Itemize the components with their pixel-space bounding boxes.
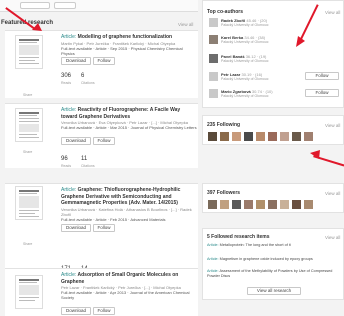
following-panel: 235 Following View all: [202, 115, 344, 145]
coauthor-institution: Palacký University of Olomouc: [221, 59, 269, 63]
avatar: [209, 18, 218, 27]
publication-meta: Full-text available · Article · Apr 2013…: [61, 290, 190, 300]
research-card: Article: Adsorption of Small Organic Mol…: [5, 268, 198, 316]
reads-count: 306: [61, 73, 72, 79]
avatar[interactable]: [292, 132, 301, 141]
top-coauthors-panel: Top co-authors View all Radek Zbořil 45.…: [202, 0, 344, 108]
coauthors-view-all-link[interactable]: View all: [325, 10, 340, 15]
publication-thumbnail[interactable]: [15, 108, 43, 142]
coauthor-item[interactable]: Petr Lazar 30.19 · (16) Palacký Universi…: [203, 71, 343, 82]
publication-meta: Full-text available · Article · Sep 2015…: [61, 46, 183, 56]
download-button[interactable]: Download: [61, 137, 91, 145]
research-item[interactable]: Article: Metalloprotein: The long and th…: [207, 243, 341, 248]
research-item[interactable]: Article: Magnetism in graphene oxide ind…: [207, 257, 341, 262]
follow-button[interactable]: Follow: [305, 72, 339, 80]
coauthor-institution: Palacký University of Olomouc: [221, 77, 269, 81]
follow-button[interactable]: Follow: [93, 224, 115, 232]
avatar: [209, 35, 218, 44]
follow-button[interactable]: Follow: [93, 307, 115, 315]
profile-tab[interactable]: [54, 2, 76, 9]
avatar[interactable]: [280, 132, 289, 141]
publication-thumbnail[interactable]: [15, 275, 43, 309]
followers-title: 397 Followers: [207, 190, 241, 196]
publication-title[interactable]: Article: Adsorption of Small Organic Mol…: [61, 272, 197, 285]
publication-meta: Full-text available · Article · Mar 2015…: [61, 125, 197, 130]
reads-label: Reads: [61, 81, 72, 85]
publication-title[interactable]: Article: Modelling of graphene functiona…: [61, 34, 197, 41]
avatar[interactable]: [304, 132, 313, 141]
publication-title[interactable]: Article: Reactivity of Fluorographene: A…: [61, 107, 197, 120]
following-title: 235 Following: [207, 122, 241, 128]
research-view-all-link[interactable]: View all: [325, 235, 340, 240]
citations-label: Citations: [81, 164, 95, 168]
coauthor-institution: Palacký University of Olomouc: [221, 40, 269, 44]
publication-thumbnail[interactable]: [15, 186, 43, 220]
publication-thumbnail[interactable]: [15, 35, 43, 69]
avatar[interactable]: [220, 200, 229, 209]
follow-button[interactable]: Follow: [305, 89, 339, 97]
avatar: [209, 72, 218, 81]
research-card: Article: Reactivity of Fluorographene: A…: [5, 103, 198, 168]
citations-count: 11: [81, 156, 88, 162]
avatar[interactable]: [292, 200, 301, 209]
followers-panel: 397 Followers View all: [202, 183, 344, 213]
coauthor-institution: Palacký University of Olomouc: [221, 23, 269, 27]
featured-view-all-link[interactable]: View all: [178, 22, 193, 27]
arrow-head: [310, 150, 320, 159]
avatar: [209, 89, 218, 98]
avatar[interactable]: [244, 200, 253, 209]
coauthor-item[interactable]: Radek Zbořil 45.46 · (20) Palacký Univer…: [203, 17, 343, 28]
citations-label: Citations: [81, 81, 95, 85]
profile-tab[interactable]: [20, 2, 50, 9]
download-button[interactable]: Download: [61, 224, 91, 232]
share-link[interactable]: Share: [23, 242, 32, 246]
profile-main-column: Featured research View all Article: Mode…: [0, 0, 198, 316]
coauthor-item[interactable]: Pavel Banáš 36.12 · (19) Palacký Univers…: [203, 53, 343, 64]
coauthor-institution: Palacký University of Olomouc: [221, 94, 269, 98]
avatar[interactable]: [280, 200, 289, 209]
reads-count: 96: [61, 156, 68, 162]
followed-research-title: 5 Followed research items: [207, 234, 270, 240]
top-coauthors-title: Top co-authors: [207, 9, 244, 15]
avatar[interactable]: [268, 132, 277, 141]
avatar[interactable]: [220, 132, 229, 141]
avatar[interactable]: [268, 200, 277, 209]
avatar: [209, 54, 218, 63]
avatar[interactable]: [244, 132, 253, 141]
share-link[interactable]: Share: [23, 150, 32, 154]
share-link[interactable]: Share: [23, 93, 32, 97]
coauthor-item[interactable]: Mario Zgarbová 30.74 · (10) Palacký Univ…: [203, 88, 343, 99]
download-button[interactable]: Download: [61, 57, 91, 65]
view-all-research-button[interactable]: View all research: [247, 287, 301, 295]
publication-title[interactable]: Article: Graphene: Thiofluorographene-Hy…: [61, 187, 197, 207]
publication-meta: Full-text available · Article · Feb 2015…: [61, 217, 166, 222]
research-item[interactable]: Article: Assessment of the Methylability…: [207, 269, 341, 279]
avatar[interactable]: [232, 200, 241, 209]
citations-count: 6: [81, 73, 85, 79]
followers-view-all-link[interactable]: View all: [325, 191, 340, 196]
follow-button[interactable]: Follow: [93, 137, 115, 145]
download-button[interactable]: Download: [61, 307, 91, 315]
followed-research-panel: 5 Followed research items View all Artic…: [202, 228, 344, 300]
profile-tabs-bar: [0, 0, 198, 12]
arrow-head: [32, 23, 42, 31]
avatar[interactable]: [256, 132, 265, 141]
avatar[interactable]: [232, 132, 241, 141]
reads-label: Reads: [61, 164, 72, 168]
avatar[interactable]: [208, 200, 217, 209]
arrow-head: [296, 36, 305, 47]
coauthor-item[interactable]: Karel Berka 34.46 · (38) Palacký Univers…: [203, 34, 343, 45]
avatar[interactable]: [208, 132, 217, 141]
avatar[interactable]: [256, 200, 265, 209]
following-view-all-link[interactable]: View all: [325, 123, 340, 128]
follow-button[interactable]: Follow: [93, 57, 115, 65]
avatar[interactable]: [304, 200, 313, 209]
publication-authors: Veronika Urbanová · Kateřina Holá · Atha…: [61, 207, 192, 217]
research-card: Article: Modelling of graphene functiona…: [5, 30, 198, 98]
